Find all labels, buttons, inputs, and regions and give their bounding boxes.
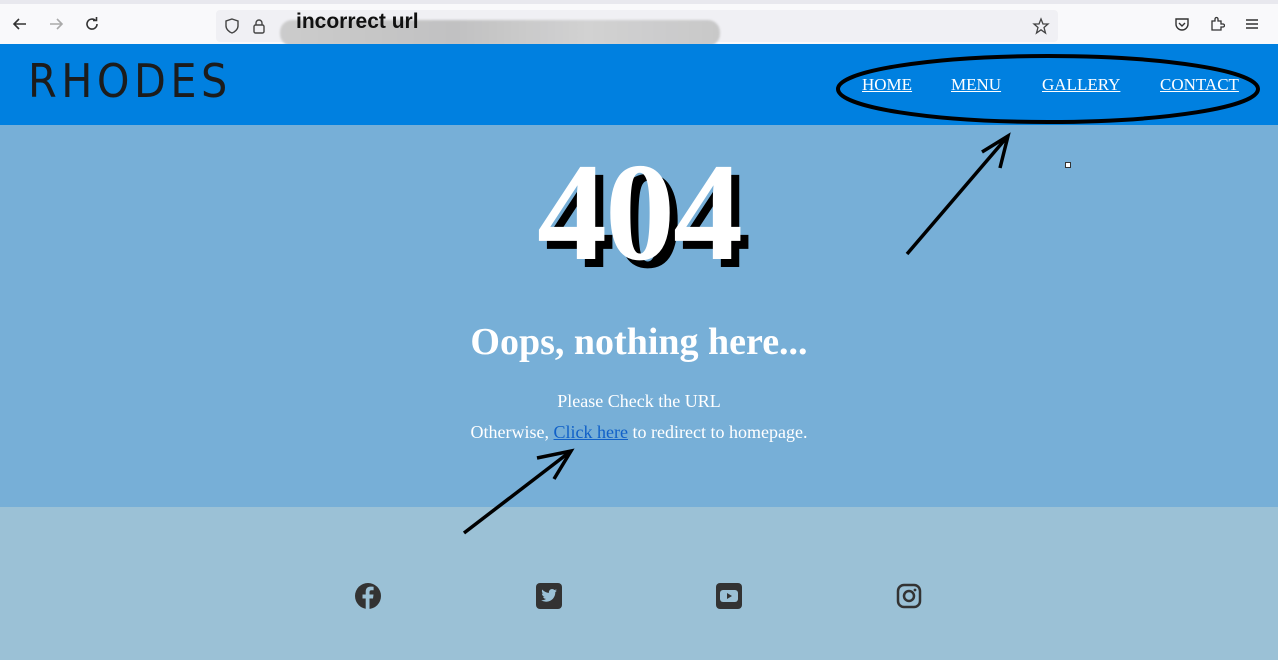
extensions-button[interactable] — [1205, 12, 1229, 36]
twitter-icon[interactable] — [535, 582, 563, 610]
bookmark-star-icon[interactable] — [1032, 17, 1050, 35]
redirect-message: Otherwise, Click here to redirect to hom… — [0, 422, 1278, 443]
site-header: RHODES HOME MENU GALLERY CONTACT — [0, 44, 1278, 125]
error-section: 404 Oops, nothing here... Please Check t… — [0, 125, 1278, 507]
stray-marker — [1065, 162, 1071, 168]
back-arrow-icon — [12, 18, 26, 30]
lock-icon[interactable] — [252, 18, 266, 34]
redirect-prefix: Otherwise, — [470, 422, 554, 442]
error-heading: Oops, nothing here... — [470, 321, 808, 363]
homepage-link[interactable]: Click here — [554, 422, 628, 442]
puzzle-icon — [1211, 16, 1225, 31]
nav-gallery[interactable]: GALLERY — [1042, 75, 1120, 95]
site-footer — [0, 507, 1278, 660]
app-menu-button[interactable] — [1240, 12, 1264, 36]
back-button[interactable] — [8, 12, 32, 36]
forward-arrow-icon — [50, 18, 64, 30]
url-annotation-label: incorrect url — [296, 10, 419, 33]
facebook-icon[interactable] — [354, 582, 382, 610]
youtube-icon[interactable] — [715, 582, 743, 610]
browser-toolbar: incorrect url — [0, 0, 1278, 46]
hamburger-menu-icon — [1246, 19, 1258, 29]
pocket-button[interactable] — [1170, 12, 1194, 36]
forward-button[interactable] — [44, 12, 68, 36]
error-message: Please Check the URL — [557, 391, 721, 411]
site-logo[interactable]: RHODES — [28, 54, 232, 108]
nav-menu[interactable]: MENU — [951, 75, 1001, 95]
pocket-icon — [1175, 18, 1189, 31]
nav-home[interactable]: HOME — [862, 75, 912, 95]
error-code: 404 — [537, 135, 743, 290]
reload-icon — [86, 17, 98, 30]
reload-button[interactable] — [80, 12, 104, 36]
shield-icon[interactable] — [224, 18, 240, 34]
redirect-suffix: to redirect to homepage. — [628, 422, 808, 442]
instagram-icon[interactable] — [895, 582, 923, 610]
nav-contact[interactable]: CONTACT — [1160, 75, 1239, 95]
